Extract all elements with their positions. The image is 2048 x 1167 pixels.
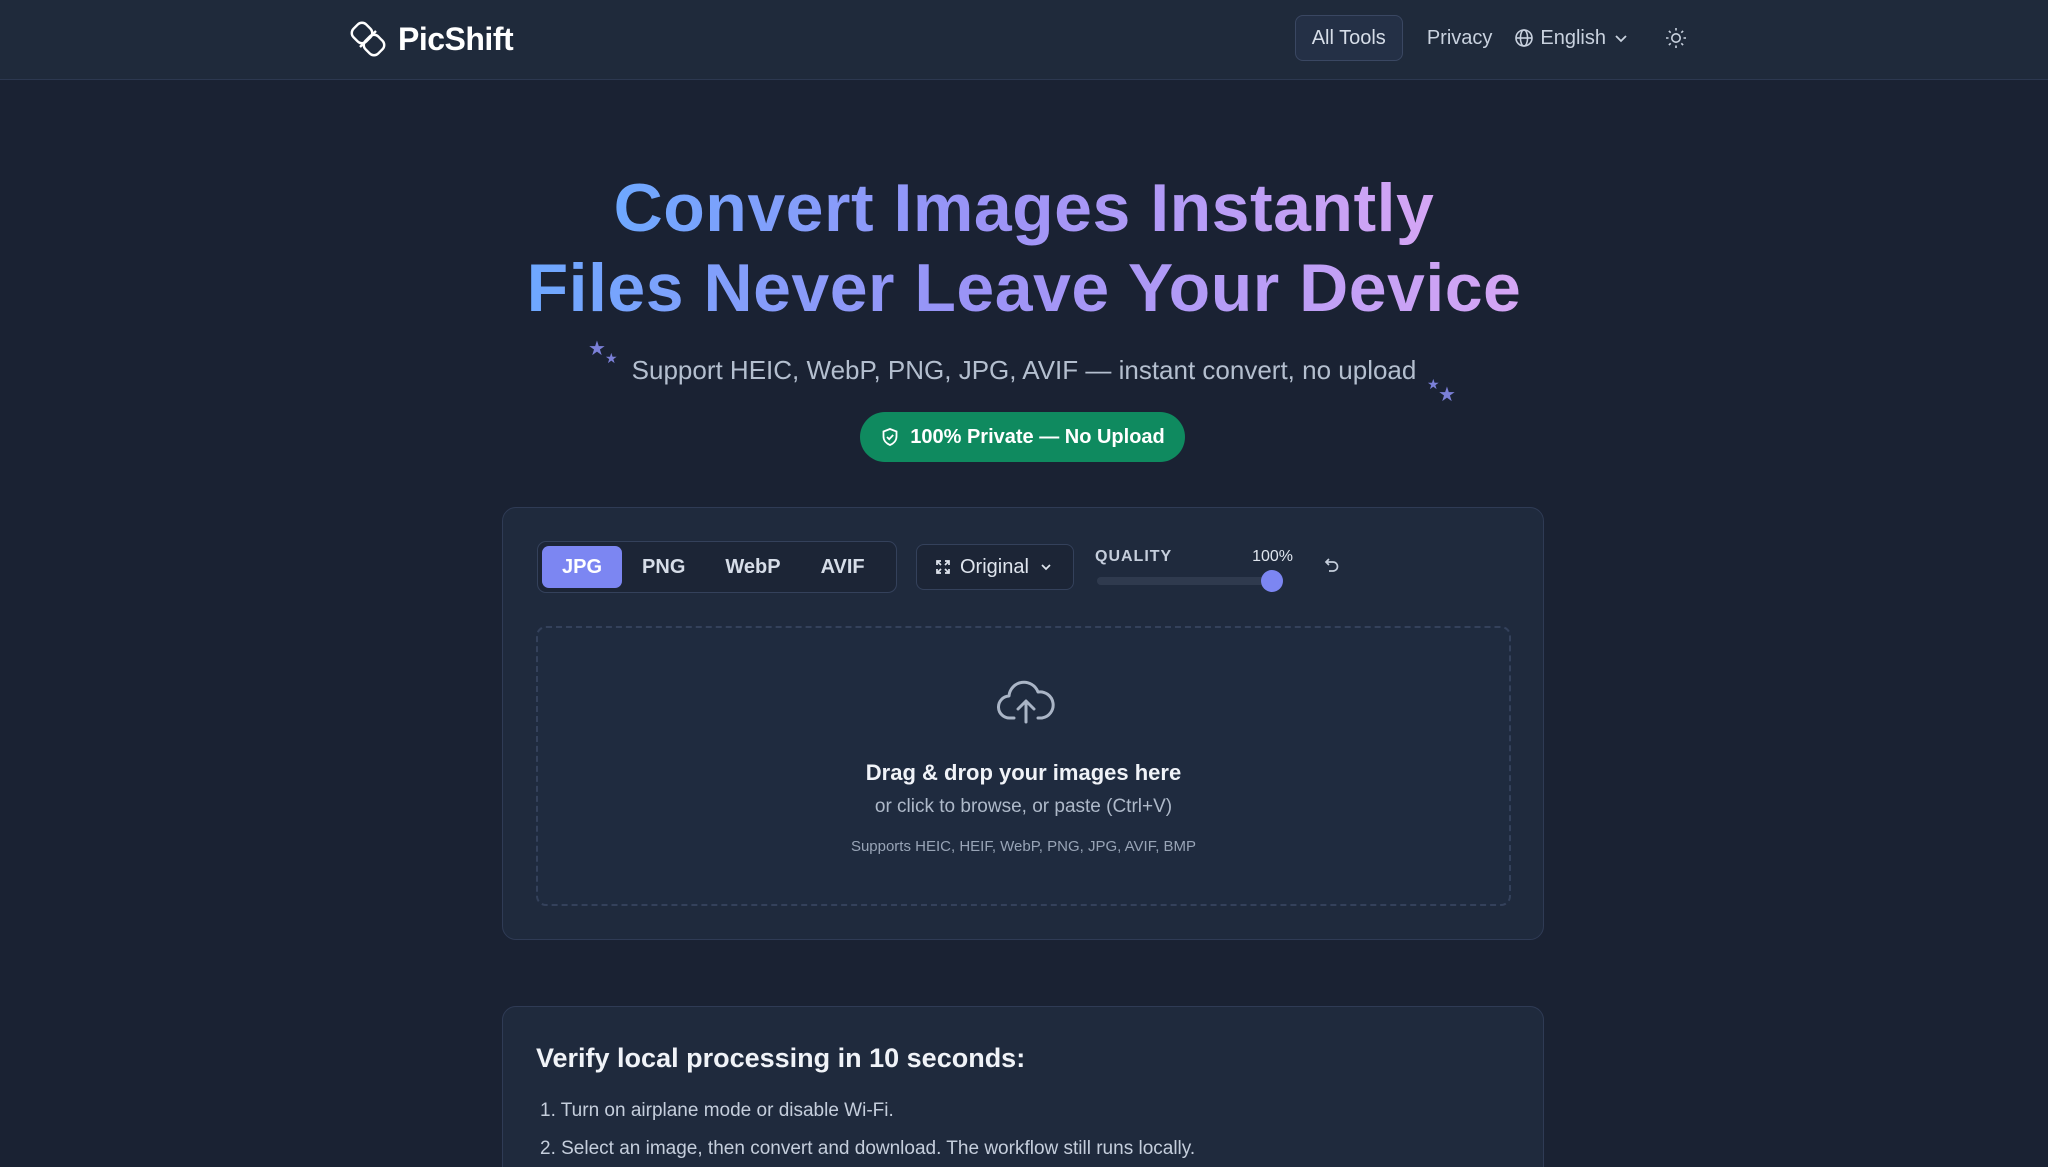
language-selector[interactable]: English [1514,27,1630,50]
sun-icon [1666,28,1686,48]
shield-check-icon [882,428,898,446]
chevron-down-icon [1041,564,1051,571]
dropzone-subtitle: or click to browse, or paste (Ctrl+V) [874,796,1173,817]
language-label: English [1540,26,1606,49]
hero-title-line-2: Files Never Leave Your Device [526,250,1522,326]
dropzone-supported-formats: Supports HEIC, HEIF, WebP, PNG, JPG, AVI… [850,838,1197,855]
undo-icon [1324,558,1339,572]
verify-card: Verify local processing in 10 seconds: 1… [502,1006,1544,1167]
private-badge: 100% Private — No Upload [860,412,1185,462]
hero-subtitle: Support HEIC, WebP, PNG, JPG, AVIF — ins… [631,355,1417,385]
cloud-upload-icon [997,680,1055,724]
dropzone[interactable]: Drag & drop your images here or click to… [536,626,1511,906]
resize-dropdown-value: Original [960,555,1029,578]
globe-icon [1515,29,1534,47]
quality-label: QUALITY [1095,548,1173,565]
all-tools-button[interactable]: All Tools [1294,15,1403,61]
dropzone-title: Drag & drop your images here [865,760,1182,785]
format-tab-png[interactable]: PNG [622,546,705,588]
format-tab-avif[interactable]: AVIF [801,546,885,588]
shift-logo-icon [350,21,386,57]
theme-toggle[interactable] [1664,26,1688,50]
format-tab-webp[interactable]: WebP [705,546,800,588]
format-tab-jpg[interactable]: JPG [542,546,623,588]
hero-title-line-1: Convert Images Instantly [613,170,1435,246]
converter-card: JPG PNG WebP AVIF Original QUALITY 100% … [502,507,1544,940]
verify-step: 1. Turn on airplane mode or disable Wi-F… [540,1100,894,1121]
private-badge-label: 100% Private — No Upload [910,425,1165,448]
hero-title: Convert Images Instantly Files Never Lea… [0,168,2048,328]
expand-icon [936,560,950,574]
brand-name: PicShift [398,20,514,57]
top-navbar: PicShift All Tools Privacy English [0,0,2048,80]
verify-step: 2. Select an image, then convert and dow… [540,1138,1196,1159]
brand-link[interactable]: PicShift [348,18,514,60]
quality-slider[interactable] [1097,570,1283,592]
resize-dropdown[interactable]: Original [916,544,1074,590]
verify-steps: 1. Turn on airplane mode or disable Wi-F… [540,1092,1195,1167]
verify-title: Verify local processing in 10 seconds: [536,1043,1026,1073]
quality-slider-thumb[interactable] [1261,570,1283,592]
reset-button[interactable] [1321,555,1341,580]
nav-links: All Tools Privacy English [1294,15,1688,61]
format-tabs: JPG PNG WebP AVIF [537,541,897,593]
chevron-down-icon [1615,35,1627,43]
quality-slider-fill [1097,577,1272,585]
privacy-link[interactable]: Privacy [1427,27,1493,50]
quality-value: 100% [1252,548,1293,565]
